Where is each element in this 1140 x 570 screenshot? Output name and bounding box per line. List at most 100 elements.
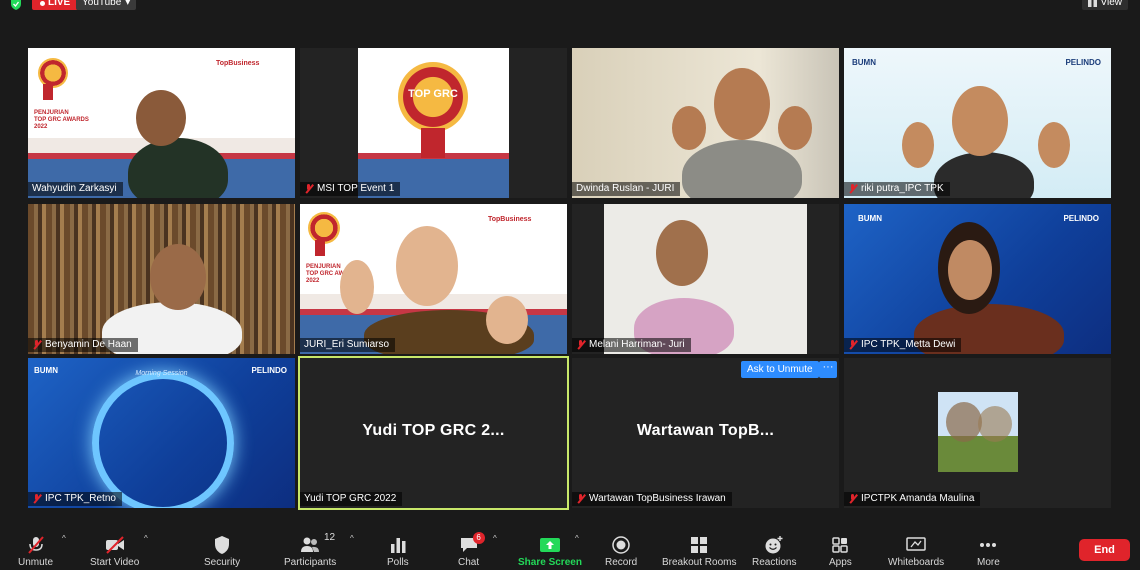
chat-options-chevron-icon[interactable]: ^ — [493, 534, 497, 543]
participant-nameplate: MSI TOP Event 1 — [300, 182, 401, 196]
youtube-stream-dropdown[interactable]: YouTube ▾ — [76, 0, 137, 10]
share-screen-icon — [539, 538, 560, 552]
participant-head — [952, 86, 1008, 156]
tile-more-options-button[interactable]: ··· — [819, 361, 837, 378]
participant-display-name: Wartawan TopB... — [636, 422, 775, 439]
whiteboards-button[interactable]: Whiteboards — [888, 528, 944, 568]
security-button[interactable]: Security — [204, 528, 240, 568]
meeting-toolbar: Unmute ^ Start Video ^ Security Particip… — [0, 522, 1140, 570]
participants-options-chevron-icon[interactable]: ^ — [350, 534, 354, 543]
thumbs-up-hand — [672, 106, 706, 150]
video-options-chevron-icon[interactable]: ^ — [144, 534, 148, 543]
pelindo-logo: PELINDO — [1065, 58, 1101, 67]
mic-muted-icon — [27, 536, 44, 554]
mic-muted-icon — [848, 184, 857, 194]
participant-head — [714, 68, 770, 140]
share-screen-button[interactable]: Share Screen — [518, 528, 582, 568]
share-options-chevron-icon[interactable]: ^ — [575, 534, 579, 543]
breakout-rooms-icon — [691, 537, 708, 553]
grid-icon — [1087, 0, 1097, 7]
participant-nameplate: Yudi TOP GRC 2022 — [300, 492, 403, 506]
live-badge[interactable]: LIVE — [32, 0, 79, 10]
chat-unread-badge: 6 — [472, 532, 485, 544]
participant-nameplate: IPC TPK_Retno — [28, 492, 122, 506]
thumbs-up-hand — [1038, 122, 1070, 168]
apps-button[interactable]: Apps — [829, 528, 852, 568]
video-tile[interactable]: PENJURIAN TOP GRC AWARDS 2022 TopBusiness … — [28, 48, 295, 198]
apps-icon — [832, 537, 849, 553]
thumbs-up-hand — [486, 296, 528, 344]
video-tile[interactable]: Melani Harriman- Juri — [572, 204, 839, 354]
participant-display-name: Yudi TOP GRC 2... — [362, 422, 505, 439]
polls-button[interactable]: Polls — [387, 528, 409, 568]
thumbs-up-hand — [902, 122, 934, 168]
participant-nameplate: Wahyudin Zarkasyi — [28, 182, 123, 196]
participant-head — [948, 240, 992, 300]
end-meeting-button[interactable]: End — [1079, 539, 1130, 561]
record-icon — [612, 536, 630, 554]
view-label: View — [1100, 0, 1123, 8]
chevron-down-icon: ▾ — [125, 0, 131, 8]
whiteboard-icon — [906, 537, 926, 551]
active-speaker-tile[interactable]: Yudi TOP GRC 2... Yudi TOP GRC 2022 — [298, 356, 569, 510]
video-tile[interactable]: BUMN PELINDO Morning Session IPC TPK_Ret… — [28, 358, 295, 508]
video-tile[interactable]: TOP GRC MSI TOP Event 1 — [300, 48, 567, 198]
mic-muted-icon — [32, 494, 41, 504]
record-button[interactable]: Record — [605, 528, 637, 568]
chat-button[interactable]: 6 Chat — [458, 528, 485, 568]
unmute-button[interactable]: Unmute — [18, 528, 53, 568]
mic-muted-icon — [32, 340, 41, 350]
badge-ribbon-icon — [421, 128, 445, 158]
polls-icon — [390, 538, 406, 553]
topbusiness-logo: TopBusiness — [488, 216, 532, 223]
live-label: LIVE — [48, 0, 71, 8]
participant-nameplate: JURI_Eri Sumiarso — [300, 338, 396, 352]
meeting-top-bar: LIVE YouTube ▾ View — [0, 0, 1140, 14]
topbusiness-logo: TopBusiness — [216, 60, 260, 67]
bumn-logo: BUMN — [852, 58, 876, 67]
video-off-icon — [105, 536, 124, 554]
thumbs-up-hand — [778, 106, 812, 150]
profile-picture — [938, 392, 1018, 472]
participant-head — [136, 90, 186, 146]
ellipsis-icon — [980, 543, 997, 547]
youtube-label: YouTube — [82, 0, 122, 8]
participant-nameplate: Melani Harriman- Juri — [572, 338, 691, 352]
participant-head — [656, 220, 708, 286]
ask-to-unmute-button[interactable]: Ask to Unmute — [741, 361, 819, 378]
participant-nameplate: riki putra_IPC TPK — [844, 182, 950, 196]
participant-nameplate: IPC TPK_Metta Dewi — [844, 338, 962, 352]
video-tile[interactable]: IPCTPK Amanda Maulina — [844, 358, 1111, 508]
more-button[interactable]: More — [977, 528, 1000, 568]
mic-muted-icon — [576, 494, 585, 504]
participant-head — [150, 244, 206, 310]
banner-text: PENJURIAN TOP GRC AWARDS 2022 — [34, 110, 89, 130]
ring-graphic — [92, 372, 234, 508]
slide-title: Morning Session — [135, 370, 188, 377]
reactions-button[interactable]: Reactions — [752, 528, 796, 568]
view-button[interactable]: View — [1081, 0, 1128, 10]
shield-icon — [215, 536, 230, 554]
participants-count: 12 — [324, 532, 336, 543]
tree-shape — [978, 406, 1012, 442]
video-tile[interactable]: PENJURIAN TOP GRC AWARDS 2022 TopBusiness … — [300, 204, 567, 354]
participants-icon — [301, 537, 320, 552]
video-tile[interactable]: Benyamin De Haan — [28, 204, 295, 354]
video-tile[interactable]: Dwinda Ruslan - JURI — [572, 48, 839, 198]
start-video-button[interactable]: Start Video — [90, 528, 139, 568]
mic-muted-icon — [848, 494, 857, 504]
participant-nameplate: Wartawan TopBusiness Irawan — [572, 492, 732, 506]
breakout-rooms-button[interactable]: Breakout Rooms — [662, 528, 736, 568]
bumn-logo: BUMN — [858, 214, 882, 223]
pelindo-logo: PELINDO — [1063, 214, 1099, 223]
mic-muted-icon — [304, 184, 313, 194]
badge-ribbon-icon — [43, 84, 53, 100]
badge-label: TOP GRC — [408, 88, 458, 100]
badge-ribbon-icon — [315, 240, 325, 256]
shield-icon[interactable] — [10, 0, 22, 10]
audio-options-chevron-icon[interactable]: ^ — [62, 534, 66, 543]
video-tile[interactable]: BUMN PELINDO riki putra_IPC TPK — [844, 48, 1111, 198]
video-tile[interactable]: BUMN PELINDO IPC TPK_Metta Dewi — [844, 204, 1111, 354]
mic-muted-icon — [576, 340, 585, 350]
video-tile[interactable]: Wartawan TopB... Wartawan TopBusiness Ir… — [572, 358, 839, 508]
